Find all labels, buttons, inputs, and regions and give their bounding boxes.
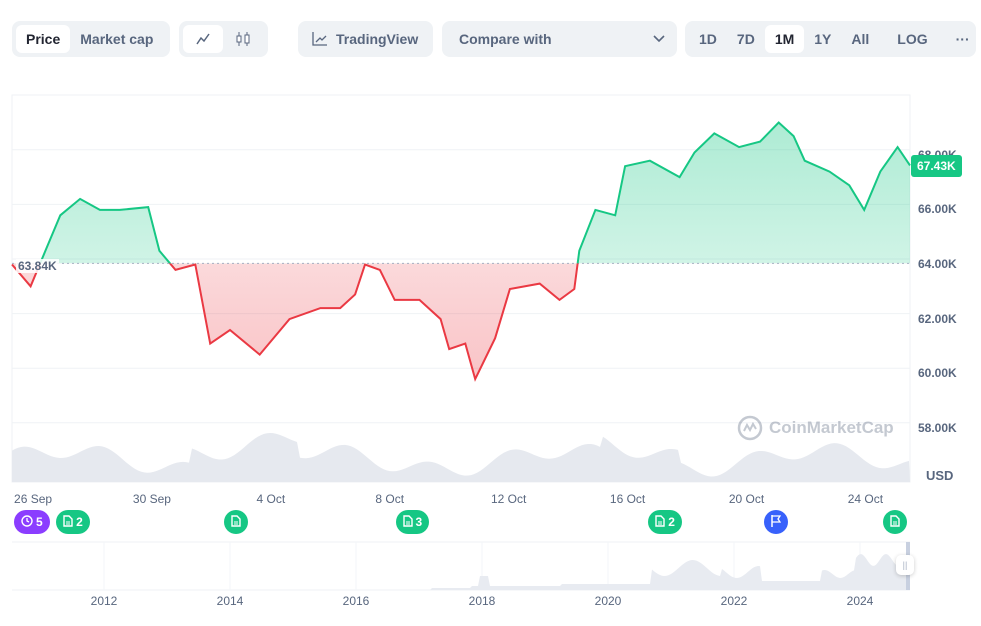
compare-with-select[interactable]: Compare with	[442, 21, 677, 57]
chevron-down-icon	[653, 35, 665, 43]
navigator-year-label: 2014	[216, 594, 244, 608]
chart-line-icon	[312, 32, 327, 46]
time-range-group: 1D 7D 1M 1Y All LOG ···	[685, 21, 976, 57]
y-tick-label: 58.00K	[918, 420, 957, 435]
event-marker-news[interactable]: 2	[56, 510, 90, 534]
range-7d[interactable]: 7D	[727, 25, 765, 53]
chart-type-toggle	[179, 21, 268, 57]
price-type-toggle: Price Market cap	[12, 21, 170, 57]
x-tick-label: 30 Sep	[132, 492, 171, 506]
event-marker-news[interactable]: 2	[648, 510, 682, 534]
document-icon	[890, 514, 900, 530]
x-tick-label: 24 Oct	[847, 492, 884, 506]
navigator-year-label: 2012	[90, 594, 118, 608]
watermark-text: CoinMarketCap	[769, 418, 894, 437]
more-options-button[interactable]: ···	[946, 25, 980, 53]
range-1m[interactable]: 1M	[764, 25, 805, 53]
navigator[interactable]	[12, 542, 910, 590]
candlestick-button[interactable]	[223, 25, 263, 53]
x-tick-label: 26 Sep	[14, 492, 53, 506]
event-count: 3	[415, 515, 423, 529]
price-line-up	[39, 121, 911, 264]
navigator-year-label: 2022	[720, 594, 748, 608]
tradingview-label: TradingView	[336, 31, 419, 47]
cmc-logo-icon	[737, 415, 763, 441]
price-chart[interactable]	[0, 0, 981, 626]
line-chart-button[interactable]	[183, 25, 223, 53]
range-all[interactable]: All	[841, 25, 879, 53]
event-marker-news[interactable]	[224, 510, 249, 534]
navigator-year-label: 2016	[342, 594, 370, 608]
x-tick-label: 20 Oct	[728, 492, 765, 506]
market-cap-tab[interactable]: Market cap	[70, 25, 163, 53]
range-1d[interactable]: 1D	[689, 25, 727, 53]
document-icon	[231, 514, 241, 530]
tradingview-button[interactable]: TradingView	[298, 21, 433, 57]
navigator-year-label: 2024	[846, 594, 874, 608]
clock-icon	[21, 514, 33, 530]
event-marker-flag[interactable]	[764, 510, 789, 534]
document-icon	[655, 514, 665, 530]
range-1y[interactable]: 1Y	[804, 25, 841, 53]
x-tick-label: 8 Oct	[375, 492, 405, 506]
area-above-baseline	[12, 122, 910, 264]
event-count: 5	[36, 515, 43, 529]
x-tick-label: 16 Oct	[609, 492, 646, 506]
x-tick-label: 12 Oct	[490, 492, 527, 506]
area-below-baseline	[12, 263, 578, 380]
y-tick-label: 62.00K	[918, 311, 957, 326]
y-tick-label: 60.00K	[918, 366, 957, 381]
price-tab[interactable]: Price	[16, 25, 71, 53]
event-count: 2	[76, 515, 83, 529]
navigator-year-label: 2020	[594, 594, 622, 608]
price-line-down	[11, 263, 579, 382]
event-marker-news[interactable]: 3	[395, 510, 430, 534]
compare-label: Compare with	[459, 31, 552, 47]
y-tick-label: 66.00K	[918, 202, 957, 217]
log-toggle[interactable]: LOG	[887, 25, 937, 53]
event-marker-news[interactable]	[883, 510, 908, 534]
document-icon	[63, 514, 73, 530]
flag-icon	[771, 514, 782, 530]
x-tick-label: 4 Oct	[256, 492, 286, 506]
navigator-volume	[12, 554, 908, 590]
event-marker-history[interactable]: 5	[14, 510, 50, 534]
event-count: 2	[668, 515, 675, 529]
y-axis-unit: USD	[926, 468, 954, 483]
document-icon	[402, 514, 413, 530]
coinmarketcap-watermark: CoinMarketCap	[737, 415, 894, 441]
y-tick-label: 64.00K	[918, 257, 957, 271]
navigator-year-label: 2018	[468, 594, 496, 608]
line-chart-icon	[196, 33, 210, 45]
baseline-label: 63.84K	[16, 259, 59, 274]
candlestick-icon	[236, 32, 250, 46]
current-price-label: 67.43K	[911, 155, 962, 178]
nav-handle[interactable]: ||	[896, 555, 914, 575]
